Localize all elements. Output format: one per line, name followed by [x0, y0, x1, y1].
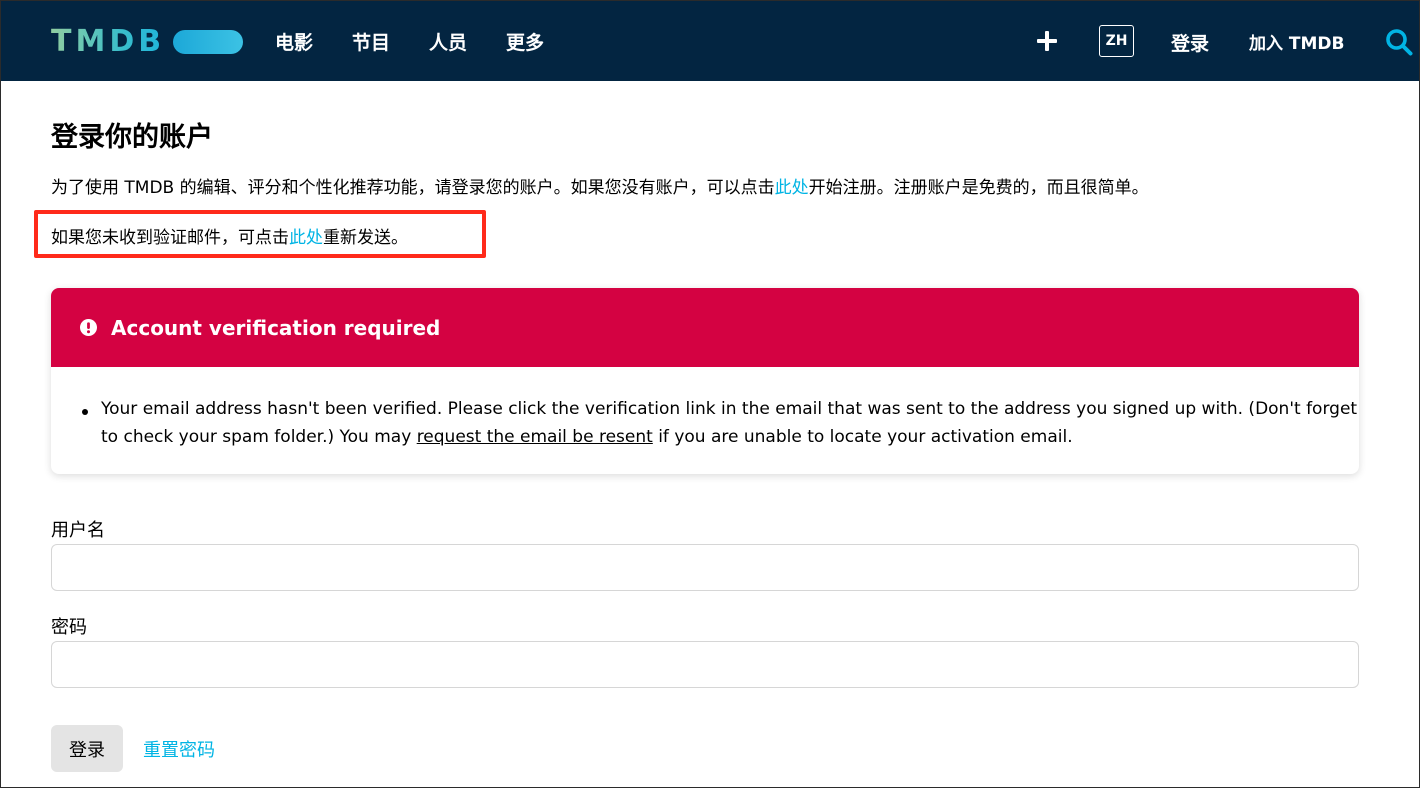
reset-password-link[interactable]: 重置密码	[143, 736, 215, 762]
resend-text-before: 如果您未收到验证邮件，可点击	[51, 228, 289, 248]
nav-item-movies[interactable]: 电影	[275, 28, 313, 55]
intro-text: 为了使用 TMDB 的编辑、评分和个性化推荐功能，请登录您的账户。如果您没有账户…	[51, 173, 1149, 198]
main-nav: 电影 节目 人员 更多	[275, 1, 583, 81]
bullet-icon	[82, 409, 88, 415]
tmdb-logo[interactable]: TMDB	[51, 24, 244, 59]
logo-text: TMDB	[51, 24, 166, 59]
alert-line2-before: to check your spam folder.) You may	[101, 427, 417, 447]
alert-line2-after: if you are unable to locate your activat…	[652, 427, 1073, 447]
search-icon[interactable]	[1385, 28, 1413, 56]
alert-title: Account verification required	[111, 315, 441, 340]
alert-text-line-2: to check your spam folder.) You may requ…	[101, 423, 1329, 451]
scrollbar[interactable]	[1411, 81, 1419, 787]
browser-window: TMDB 电影 节目 人员 更多 ZH 登录 加入 TMDB 登录你的账户 为了…	[0, 0, 1420, 788]
alert-text-line-1: Your email address hasn't been verified.…	[101, 399, 1358, 419]
logo-pill-icon	[173, 30, 244, 54]
intro-text-before: 为了使用 TMDB 的编辑、评分和个性化推荐功能，请登录您的账户。如果您没有账户…	[51, 178, 775, 198]
nav-item-tv[interactable]: 节目	[352, 28, 390, 55]
site-header: TMDB 电影 节目 人员 更多 ZH 登录 加入 TMDB	[1, 1, 1419, 81]
nav-item-people[interactable]: 人员	[429, 28, 467, 55]
header-join-link[interactable]: 加入 TMDB	[1249, 29, 1345, 54]
alert-header: Account verification required	[51, 288, 1359, 367]
signup-here-link[interactable]: 此处	[775, 178, 809, 198]
login-button[interactable]: 登录	[51, 725, 123, 772]
resend-here-link[interactable]: 此处	[289, 228, 323, 248]
exclamation-circle-icon	[80, 319, 97, 336]
header-login-link[interactable]: 登录	[1171, 29, 1209, 56]
intro-text-after: 开始注册。注册账户是免费的，而且很简单。	[808, 178, 1149, 198]
language-selector[interactable]: ZH	[1099, 25, 1134, 57]
username-input[interactable]	[51, 544, 1359, 591]
page-title: 登录你的账户	[51, 122, 213, 153]
alert-body: Your email address hasn't been verified.…	[51, 367, 1359, 451]
verification-alert: Account verification required Your email…	[51, 288, 1359, 474]
username-label: 用户名	[51, 520, 105, 541]
nav-item-more[interactable]: 更多	[506, 28, 544, 55]
resend-verification-text: 如果您未收到验证邮件，可点击此处重新发送。	[51, 223, 408, 248]
header-actions: ZH 登录 加入 TMDB	[959, 1, 1419, 81]
resend-text-after: 重新发送。	[323, 228, 408, 248]
add-icon[interactable]	[1037, 31, 1057, 51]
request-resend-link[interactable]: request the email be resent	[417, 427, 653, 447]
password-label: 密码	[51, 617, 87, 638]
password-input[interactable]	[51, 641, 1359, 688]
